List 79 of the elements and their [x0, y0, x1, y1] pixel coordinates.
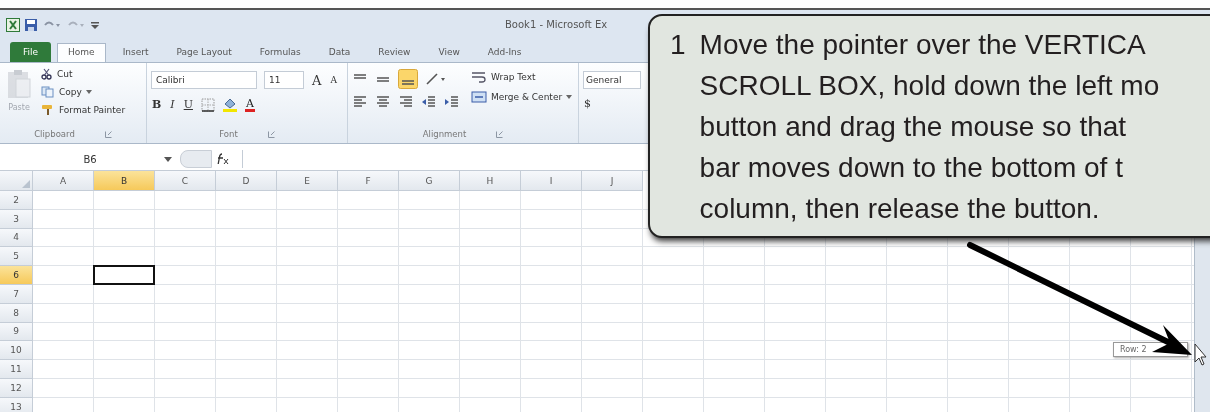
align-left-icon[interactable]	[352, 95, 368, 109]
cut-button[interactable]: Cut	[40, 67, 127, 81]
font-color-button[interactable]: A	[244, 97, 255, 112]
paintbrush-icon	[41, 104, 55, 116]
column-header[interactable]: A	[33, 171, 94, 191]
ribbon-tab[interactable]: Page Layout	[165, 43, 243, 62]
align-center-icon[interactable]	[375, 95, 391, 109]
text-orientation-icon[interactable]	[425, 72, 447, 86]
window-title: Book1 - Microsoft Ex	[505, 19, 608, 30]
dropdown-caret-icon[interactable]	[164, 156, 172, 162]
fill-color-icon[interactable]	[221, 97, 238, 112]
ribbon-tab[interactable]: Insert	[111, 43, 160, 62]
row-header[interactable]: 2	[0, 191, 33, 210]
merge-cells-icon	[471, 90, 487, 104]
ribbon-tab[interactable]: Data	[317, 43, 362, 62]
merge-center-button[interactable]: Merge & Center	[470, 89, 574, 105]
triangle-icon	[22, 180, 30, 188]
grow-font-button[interactable]: A	[311, 72, 323, 88]
column-header[interactable]: F	[338, 171, 399, 191]
column-header[interactable]: C	[155, 171, 216, 191]
dialog-launcher-icon[interactable]	[496, 130, 504, 138]
dropdown-caret-icon	[85, 90, 92, 94]
column-header[interactable]: I	[521, 171, 582, 191]
formula-buttons-background	[180, 150, 212, 168]
dialog-launcher-icon[interactable]	[104, 130, 112, 138]
customize-toolbar-icon[interactable]	[90, 19, 100, 31]
group-label: Font	[219, 129, 238, 139]
instruction-text: SCROLL BOX, hold down the left mo	[699, 69, 1160, 103]
copy-icon	[41, 86, 55, 98]
font-style-button[interactable]: B	[151, 98, 163, 111]
ribbon-tab[interactable]: Add-Ins	[476, 43, 533, 62]
wrap-text-button[interactable]: Wrap Text	[470, 69, 574, 85]
column-header[interactable]: E	[277, 171, 338, 191]
ribbon-tab[interactable]: View	[427, 43, 471, 62]
font-style-button[interactable]: I	[169, 98, 176, 111]
dialog-launcher-icon[interactable]	[267, 130, 275, 138]
mouse-pointer-icon	[1194, 343, 1207, 366]
align-bottom-icon[interactable]	[398, 69, 418, 89]
instruction-text: bar moves down to the bottom of t	[699, 151, 1123, 185]
insert-function-icon[interactable]	[216, 153, 230, 165]
ribbon-tab[interactable]: Home	[57, 43, 106, 62]
column-header[interactable]: D	[216, 171, 277, 191]
instruction-text: button and drag the mouse so that	[699, 110, 1127, 144]
selected-cell[interactable]	[93, 265, 155, 285]
decrease-indent-icon[interactable]	[421, 95, 437, 109]
wrap-text-icon	[471, 70, 487, 84]
currency-button[interactable]: $	[583, 97, 592, 110]
font-size-field[interactable]: 11	[264, 71, 304, 89]
ribbon-tab[interactable]: File	[10, 42, 52, 62]
format-painter-button[interactable]: Format Painter	[40, 103, 127, 117]
copy-button[interactable]: Copy	[40, 85, 127, 99]
increase-indent-icon[interactable]	[444, 95, 460, 109]
excel-logo-icon	[6, 18, 20, 32]
column-header[interactable]: G	[399, 171, 460, 191]
group-label: Alignment	[422, 129, 467, 139]
save-icon[interactable]	[24, 18, 38, 32]
scissors-icon	[41, 68, 53, 80]
group-label: Clipboard	[34, 129, 75, 139]
instruction-text: column, then release the button.	[699, 192, 1100, 226]
shrink-font-button[interactable]: A	[329, 75, 338, 85]
instruction-text: Move the pointer over the VERTICA	[699, 28, 1146, 62]
column-header[interactable]: H	[460, 171, 521, 191]
number-format-field[interactable]: General	[583, 71, 641, 89]
dropdown-caret-icon	[566, 95, 573, 99]
column-header[interactable]: B	[94, 171, 155, 191]
row-header[interactable]: 5	[0, 247, 33, 267]
name-box[interactable]: B6	[0, 153, 160, 165]
step-number: 1	[670, 28, 686, 62]
ribbon-tab[interactable]: Formulas	[248, 43, 312, 62]
font-name-field[interactable]: Calibri	[151, 71, 257, 89]
column-header[interactable]: J	[582, 171, 643, 191]
row-header[interactable]: 11	[0, 360, 33, 379]
row-header[interactable]: 6	[0, 266, 33, 285]
clipboard-icon	[6, 69, 32, 99]
align-right-icon[interactable]	[398, 95, 414, 109]
ribbon-tab[interactable]: Review	[367, 43, 422, 62]
borders-icon[interactable]	[200, 97, 215, 112]
font-style-button[interactable]: U	[182, 98, 194, 111]
row-header[interactable]: 10	[0, 341, 33, 361]
